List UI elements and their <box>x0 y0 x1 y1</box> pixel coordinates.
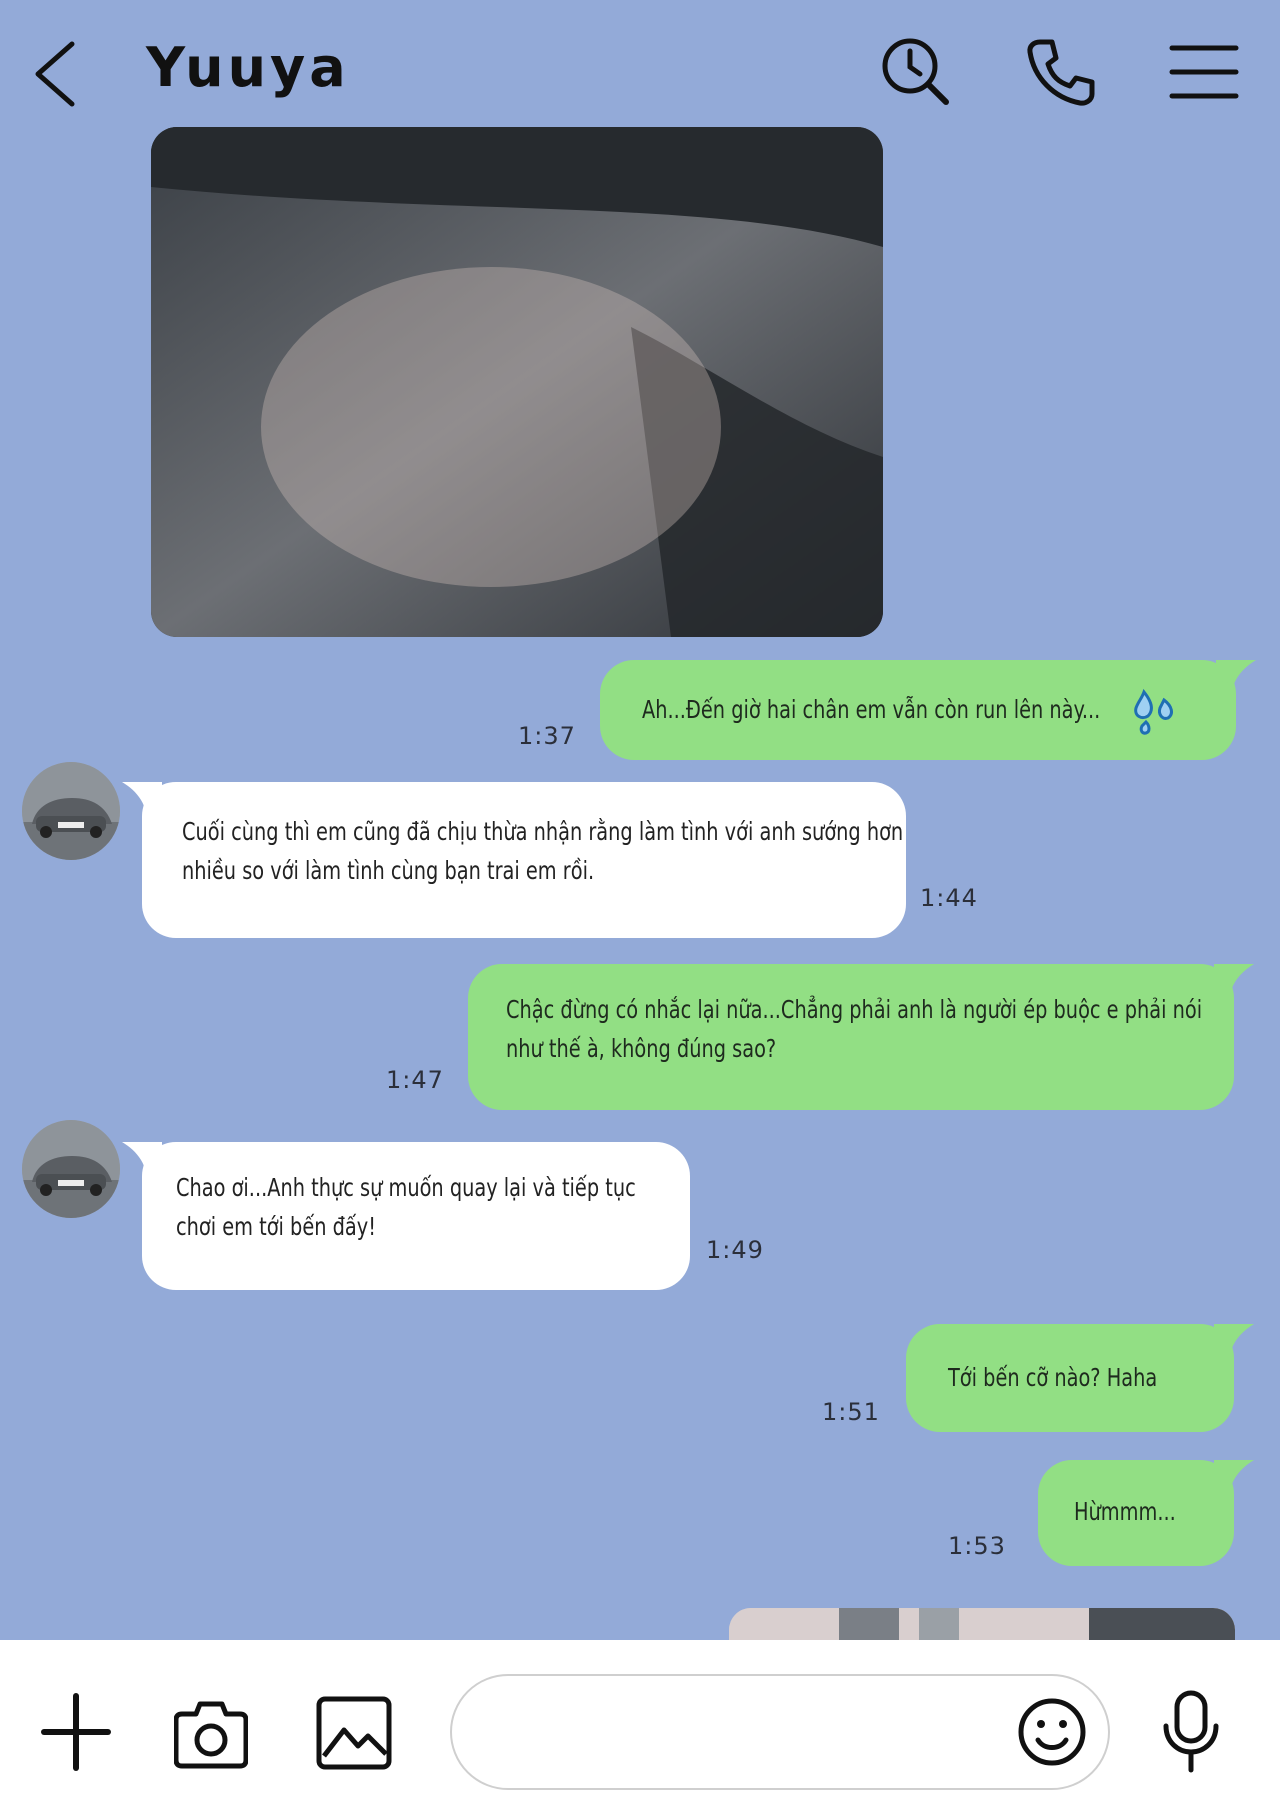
message-text: nhiều so với làm tình cùng bạn trai em r… <box>182 856 595 885</box>
message-time: 1:47 <box>386 1066 444 1094</box>
bubble-tail <box>1214 1324 1254 1364</box>
message-time: 1:37 <box>518 722 576 750</box>
message-time: 1:51 <box>822 1398 880 1426</box>
camera-button[interactable] <box>174 1696 248 1770</box>
message-bubble-outgoing[interactable]: Tới bến cỡ nào? Haha <box>906 1324 1254 1432</box>
search-button[interactable] <box>878 34 954 110</box>
message-input[interactable] <box>450 1674 1110 1790</box>
image-attachment-partial[interactable] <box>729 1608 1235 1640</box>
message-text: Chậc đừng có nhắc lại nữa...Chẳng phải a… <box>506 995 1203 1024</box>
message-text: Hừmmm... <box>1074 1497 1176 1526</box>
chevron-left-icon <box>35 41 75 107</box>
plus-icon <box>41 1693 111 1771</box>
bubble-tail <box>122 1142 162 1182</box>
message-bubble-incoming[interactable]: Cuối cùng thì em cũng đã chịu thừa nhận … <box>122 782 906 938</box>
hamburger-menu-icon <box>1169 45 1239 99</box>
chat-title: Yuuya <box>146 36 350 99</box>
smiley-icon <box>1018 1698 1086 1766</box>
message-time: 1:44 <box>920 884 978 912</box>
message-bubble-outgoing[interactable]: Ah...Đến giờ hai chân em vẫn còn run lên… <box>600 660 1256 760</box>
photo-placeholder <box>151 127 883 637</box>
bubble-tail <box>122 782 162 822</box>
image-icon <box>316 1696 392 1770</box>
car-avatar-icon <box>22 762 120 860</box>
microphone-button[interactable] <box>1160 1690 1222 1774</box>
message-bubble-outgoing[interactable]: Chậc đừng có nhắc lại nữa...Chẳng phải a… <box>468 964 1254 1110</box>
message-text: như thế à, không đúng sao? <box>506 1034 777 1063</box>
menu-button[interactable] <box>1166 34 1242 110</box>
chat-header: Yuuya <box>0 0 1280 125</box>
clock-search-icon <box>882 38 949 105</box>
photo-placeholder <box>729 1608 1235 1640</box>
message-bubble-outgoing[interactable]: Hừmmm... <box>1038 1460 1254 1566</box>
message-time: 1:49 <box>706 1236 764 1264</box>
avatar[interactable] <box>22 762 120 860</box>
chat-area[interactable]: Yuuya Ah...Đến giờ hai chân em vẫn còn r… <box>0 0 1280 1640</box>
emoji-button[interactable] <box>1016 1696 1088 1768</box>
bubble-tail <box>1216 660 1256 700</box>
camera-icon <box>174 1701 248 1769</box>
message-toolbar <box>0 1640 1280 1810</box>
back-button[interactable] <box>28 38 84 110</box>
car-avatar-icon <box>22 1120 120 1218</box>
call-button[interactable] <box>1022 34 1098 110</box>
avatar[interactable] <box>22 1120 120 1218</box>
message-time: 1:53 <box>948 1532 1006 1560</box>
phone-icon <box>1027 39 1095 106</box>
gallery-button[interactable] <box>316 1696 392 1770</box>
message-text: Chao ơi...Anh thực sự muốn quay lại và t… <box>176 1173 636 1202</box>
message-text: chơi em tới bến đấy! <box>176 1212 376 1241</box>
message-text: Ah...Đến giờ hai chân em vẫn còn run lên… <box>642 695 1101 724</box>
image-attachment[interactable] <box>151 127 883 637</box>
microphone-icon <box>1163 1690 1219 1773</box>
message-text: Tới bến cỡ nào? Haha <box>948 1363 1158 1392</box>
message-text: Cuối cùng thì em cũng đã chịu thừa nhận … <box>182 817 904 846</box>
bubble-tail <box>1214 1460 1254 1500</box>
message-bubble-incoming[interactable]: Chao ơi...Anh thực sự muốn quay lại và t… <box>122 1142 690 1290</box>
add-button[interactable] <box>40 1692 112 1772</box>
sweat-droplets-icon <box>1128 686 1182 736</box>
